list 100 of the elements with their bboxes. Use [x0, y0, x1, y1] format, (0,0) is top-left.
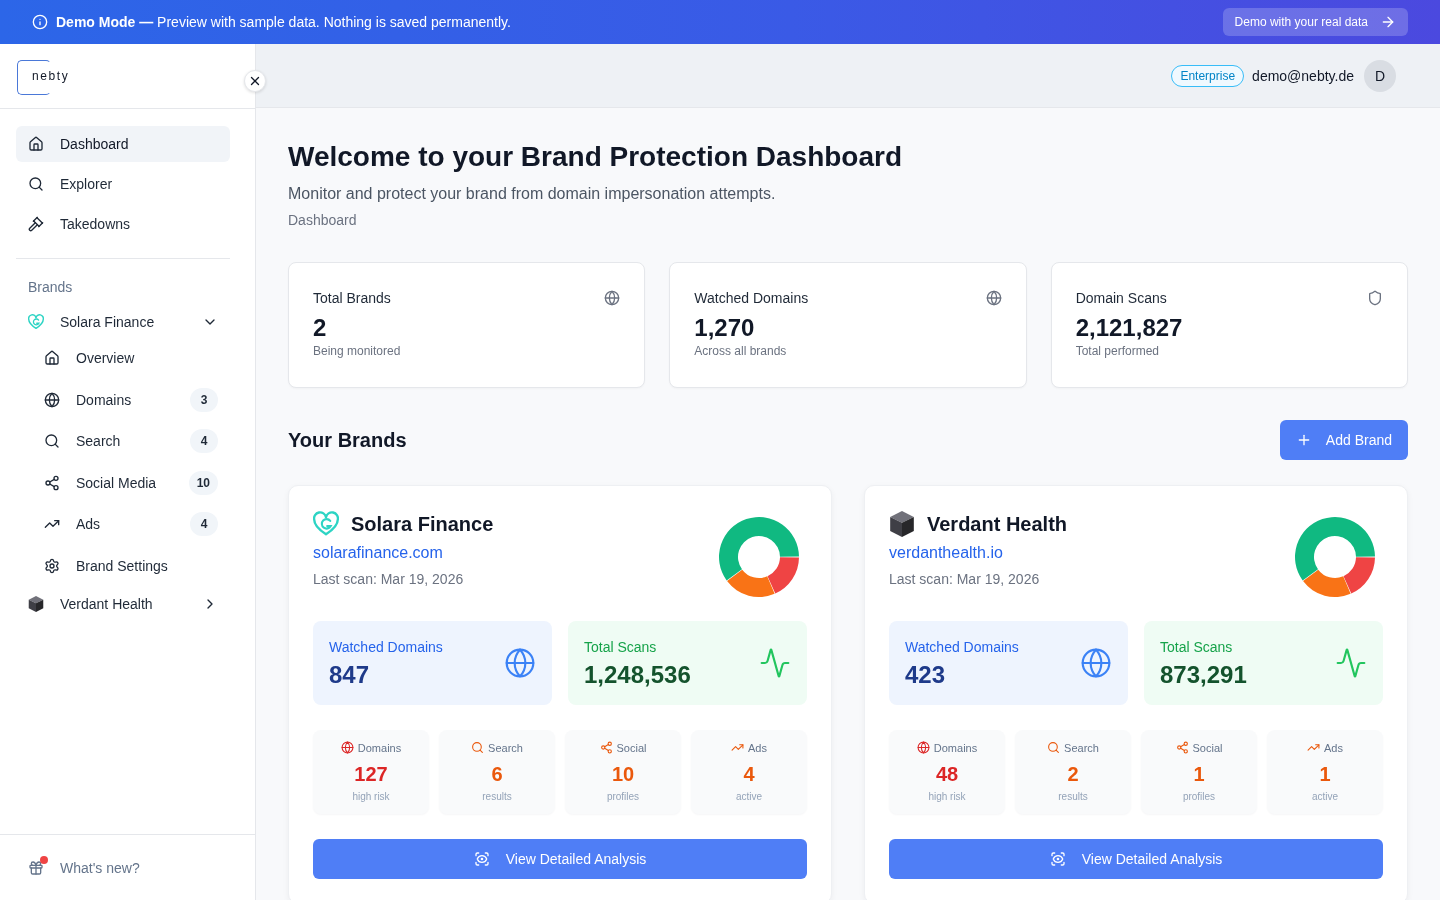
share-icon: [44, 474, 60, 491]
close-icon: [248, 74, 262, 88]
stat-value: 1,270: [694, 313, 756, 342]
risk-note: high risk: [928, 791, 966, 803]
banner-message: Demo Mode — Preview with sample data. Nothing is saved permanently.: [56, 14, 511, 30]
brand-nav-item[interactable]: Ads 4: [16, 506, 230, 542]
share-icon: [599, 741, 613, 754]
info-icon: [32, 14, 48, 30]
risk-value: 4: [743, 762, 755, 786]
search-icon: [44, 433, 60, 449]
domain-link[interactable]: verdanthealth.io: [889, 543, 1003, 563]
risk-value: 2: [1067, 762, 1079, 786]
share-icon: [1175, 741, 1189, 754]
risk-note: profiles: [1182, 791, 1216, 803]
trending-up-icon: [1307, 741, 1320, 754]
real-data-button[interactable]: Demo with your real data: [1222, 8, 1408, 36]
brand-nav-item[interactable]: Brand Settings: [16, 547, 230, 584]
metric-value: 847: [329, 659, 371, 689]
metric-label: Watched Domains: [329, 637, 443, 656]
shield-icon: [1367, 290, 1383, 306]
metric-value: 873,291: [1160, 659, 1247, 689]
globe-icon: [604, 290, 621, 306]
app-logo: nebty: [17, 59, 72, 93]
risk-value: 127: [354, 762, 388, 786]
brand-nav-item[interactable]: Social Media 10: [16, 464, 230, 501]
globe-icon: [1080, 647, 1112, 679]
view-analysis-button[interactable]: View Detailed Analysis: [889, 839, 1383, 879]
count-badge: 4: [190, 429, 218, 453]
arrow-right-icon: [1380, 14, 1396, 30]
risk-value: 6: [491, 762, 503, 786]
globe-icon: [504, 647, 536, 679]
risk-label: Ads: [748, 741, 767, 754]
add-brand-button[interactable]: Add Brand: [1279, 420, 1408, 460]
brands-heading: Brands: [27, 279, 74, 295]
search-icon: [28, 176, 44, 192]
risk-note: results: [1058, 791, 1088, 803]
view-analysis-button[interactable]: View Detailed Analysis: [313, 839, 807, 879]
scan-eye-icon: [1049, 851, 1066, 867]
stat-label: Total Brands: [313, 289, 391, 307]
risk-value: 1: [1319, 762, 1331, 786]
stat-value: 2: [313, 313, 328, 342]
cube-logo-icon: [28, 595, 44, 612]
risk-label: Social: [1192, 741, 1223, 754]
gift-icon: [28, 859, 44, 876]
nav-item[interactable]: Dashboard: [16, 126, 230, 162]
count-badge: 4: [190, 512, 218, 536]
nav-item[interactable]: Takedowns: [16, 206, 230, 242]
risk-note: active: [735, 791, 763, 803]
home-icon: [28, 136, 44, 152]
last-scan-date: Last scan: Mar 19, 2026: [889, 570, 1041, 588]
stat-note: Across all brands: [694, 344, 788, 359]
brand-tree-item[interactable]: Verdant Health: [16, 585, 230, 622]
plan-badge: Enterprise: [1171, 64, 1245, 87]
risk-label: Domains: [357, 741, 402, 754]
whats-new-link[interactable]: What's new?: [28, 859, 140, 876]
pulse-icon: [1335, 647, 1367, 679]
brand-nav-item[interactable]: Domains 3: [16, 381, 230, 418]
page-subtitle: Monitor and protect your brand from domain impersonation attempts.: [288, 184, 777, 204]
risk-note: high risk: [352, 791, 390, 803]
user-avatar[interactable]: D: [1364, 59, 1396, 92]
brand-tree-item[interactable]: Solara Finance: [16, 304, 230, 340]
metric-label: Total Scans: [584, 637, 658, 656]
gavel-icon: [28, 216, 44, 232]
risk-value: 48: [935, 762, 959, 786]
page-title: Welcome to your Brand Protection Dashboard: [288, 140, 904, 174]
scan-eye-icon: [473, 851, 490, 867]
risk-note: profiles: [606, 791, 640, 803]
risk-label: Search: [488, 741, 523, 754]
home-icon: [44, 350, 60, 366]
cube-logo-icon: [889, 511, 915, 537]
risk-label: Domains: [933, 741, 978, 754]
globe-icon: [44, 391, 60, 408]
user-email: demo@nebty.de: [1252, 67, 1354, 84]
count-badge: 10: [188, 470, 218, 495]
brand-nav-item[interactable]: Search 4: [16, 423, 230, 459]
search-icon: [471, 741, 485, 754]
risk-value: 10: [611, 762, 635, 786]
risk-note: results: [482, 791, 512, 803]
close-button[interactable]: [244, 70, 266, 92]
brand-name: Verdant Health: [927, 512, 1068, 536]
stat-note: Being monitored: [313, 344, 402, 359]
section-title: Your Brands: [288, 428, 407, 452]
risk-label: Social: [616, 741, 647, 754]
risk-note: active: [1311, 791, 1339, 803]
trending-up-icon: [731, 741, 744, 754]
domain-link[interactable]: solarafinance.com: [313, 543, 443, 563]
brand-nav-item[interactable]: Overview: [16, 340, 230, 376]
stat-label: Watched Domains: [694, 289, 809, 307]
stat-value: 2,121,827: [1075, 313, 1184, 342]
risk-value: 1: [1193, 762, 1205, 786]
globe-icon: [340, 741, 354, 754]
search-icon: [1047, 741, 1061, 754]
heart-swirl-logo-icon: [313, 511, 339, 537]
count-badge: 3: [190, 387, 218, 412]
breadcrumb: Dashboard: [288, 211, 358, 229]
stat-note: Total performed: [1075, 344, 1161, 359]
globe-icon: [985, 290, 1002, 306]
metric-label: Watched Domains: [905, 637, 1019, 656]
brand-name: Solara Finance: [351, 512, 494, 536]
nav-item[interactable]: Explorer: [16, 166, 230, 202]
